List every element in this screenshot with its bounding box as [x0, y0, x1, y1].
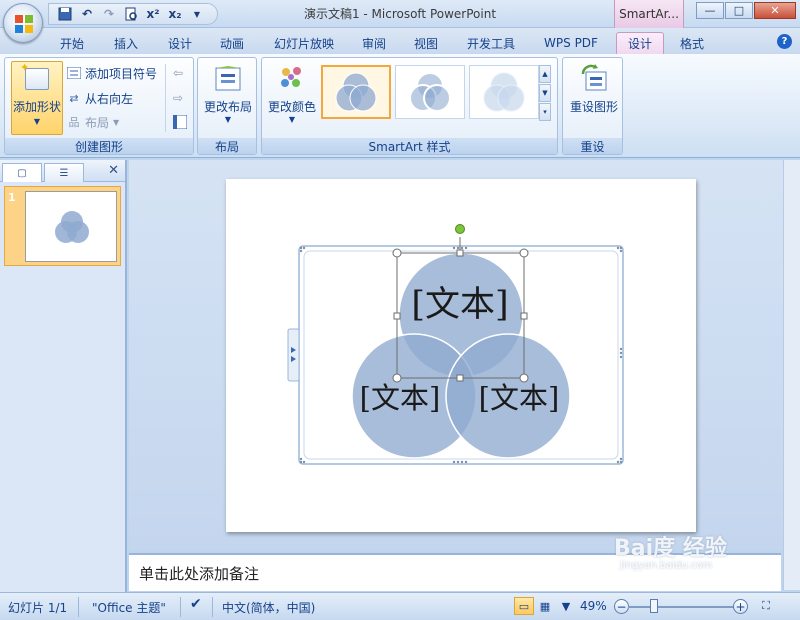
slides-tab-icon[interactable]: ▢ [2, 163, 42, 182]
tab-animation[interactable]: 动画 [210, 32, 254, 54]
help-icon[interactable]: ? [777, 34, 792, 49]
maximize-button[interactable]: □ [725, 2, 753, 19]
divider [78, 597, 79, 617]
pane-tabs: ▢ ☰ ✕ [0, 160, 125, 182]
add-bullet-button[interactable]: 添加项目符号 [67, 63, 157, 83]
color-palette-icon [281, 67, 301, 87]
ribbon: 添加形状 ▼ 添加项目符号 ⇄ 从右向左 品 布局 ▼ ⇦ ⇨ 创建图形 [0, 54, 800, 158]
right-to-left-button[interactable]: ⇄ 从右向左 [67, 88, 133, 108]
slide-sorter-view-icon[interactable]: ▦ [535, 597, 555, 615]
group-smartart-styles: 更改颜色 ▼ ▲ ▼ ▾ SmartArt 样式 [261, 57, 558, 155]
gallery-down-icon[interactable]: ▼ [539, 84, 551, 102]
close-button[interactable]: ✕ [754, 2, 796, 19]
group-label-reset: 重设 [563, 138, 622, 154]
rotate-handle [455, 224, 465, 234]
style-option-outlined[interactable] [395, 65, 465, 119]
reset-graphic-icon [581, 64, 607, 91]
watermark-logo: Bai度 经验 [614, 536, 727, 561]
zoom-slider-thumb[interactable] [650, 599, 658, 613]
title-bar: ↶ ↷ x² x₂ ▼ 演示文稿1 - Microsoft PowerPoint… [0, 0, 800, 43]
tab-design[interactable]: 设计 [158, 32, 202, 54]
office-button[interactable] [3, 3, 43, 43]
dropdown-arrow-icon: ▼ [224, 115, 232, 124]
divider [212, 597, 213, 617]
ribbon-tabs: 开始 插入 设计 动画 幻灯片放映 审阅 视图 开发工具 WPS PDF 设计 … [0, 28, 800, 54]
tab-insert[interactable]: 插入 [104, 32, 148, 54]
smartart-tools-title: SmartAr... [614, 0, 684, 28]
slide-thumbnail[interactable] [25, 191, 117, 262]
smartart-venn-diagram[interactable]: [文本] [文本] [文本] [226, 179, 696, 532]
zoom-in-icon[interactable]: + [733, 599, 748, 614]
close-pane-icon[interactable]: ✕ [108, 163, 119, 178]
org-chart-icon: 品 [68, 116, 80, 129]
tab-wps-pdf[interactable]: WPS PDF [535, 32, 607, 54]
venn-text-left: [文本] [360, 381, 441, 415]
group-label-create: 创建图形 [5, 138, 193, 154]
promote-icon[interactable]: ⇦ [173, 63, 183, 83]
demote-icon[interactable]: ⇨ [173, 88, 183, 108]
style-option-subtle[interactable] [469, 65, 539, 119]
tab-developer[interactable]: 开发工具 [458, 32, 524, 54]
watermark-url: jingyan.baidu.com [620, 560, 713, 571]
group-create-graphic: 添加形状 ▼ 添加项目符号 ⇄ 从右向左 品 布局 ▼ ⇦ ⇨ 创建图形 [4, 57, 194, 155]
minimize-button[interactable]: — [696, 2, 724, 19]
text-pane-icon[interactable] [173, 112, 187, 132]
outline-tab-icon[interactable]: ☰ [44, 163, 84, 182]
swap-arrows-icon: ⇄ [69, 91, 79, 105]
gallery-up-icon[interactable]: ▲ [539, 65, 551, 83]
bullet-list-icon [67, 66, 81, 80]
group-label-layout: 布局 [198, 138, 256, 154]
spell-check-icon[interactable]: ✔ [190, 596, 202, 612]
tab-home[interactable]: 开始 [50, 32, 94, 54]
style-option-flat[interactable] [321, 65, 391, 119]
dropdown-arrow-icon: ▼ [288, 115, 296, 124]
group-reset: 重设图形 重设 [562, 57, 623, 155]
vertical-scrollbar[interactable] [783, 160, 800, 590]
change-layout-icon [215, 66, 241, 91]
add-shape-button[interactable]: 添加形状 ▼ [11, 61, 63, 135]
slideshow-view-icon[interactable]: ▼ [556, 597, 576, 615]
theme-name: "Office 主题" [92, 601, 166, 615]
add-shape-icon [20, 61, 49, 90]
language-indicator[interactable]: 中文(简体，中国) [222, 599, 315, 616]
zoom-level[interactable]: 49% [580, 599, 607, 613]
group-label-styles: SmartArt 样式 [262, 138, 557, 154]
normal-view-icon[interactable]: ▭ [514, 597, 534, 615]
slide-thumbnail-selected[interactable]: 1 [4, 186, 121, 266]
slide-canvas[interactable]: [文本] [文本] [文本] [226, 179, 696, 532]
tab-format[interactable]: 格式 [670, 32, 714, 54]
venn-text-top: [文本] [411, 285, 508, 325]
style-gallery-scroller: ▲ ▼ ▾ [539, 65, 551, 121]
tab-smartart-design[interactable]: 设计 [616, 32, 664, 54]
status-bar: 幻灯片 1/1 "Office 主题" ✔ 中文(简体，中国) ▭ ▦ ▼ 49… [0, 592, 800, 620]
change-colors-button[interactable]: 更改颜色 ▼ [266, 64, 318, 124]
tab-slideshow[interactable]: 幻灯片放映 [262, 32, 346, 54]
slide-count: 幻灯片 1/1 [8, 601, 68, 615]
slide-number: 1 [8, 191, 16, 204]
dropdown-arrow-icon: ▼ [113, 117, 120, 127]
reset-graphic-button[interactable]: 重设图形 [566, 64, 622, 115]
group-layout: 更改布局 ▼ 布局 [197, 57, 257, 155]
slides-pane: ▢ ☰ ✕ 1 [0, 160, 127, 592]
divider [180, 597, 181, 617]
fit-to-window-icon[interactable]: ⛶ [756, 597, 776, 615]
dropdown-arrow-icon: ▼ [33, 117, 41, 126]
zoom-out-icon[interactable]: − [614, 599, 629, 614]
gallery-more-icon[interactable]: ▾ [539, 103, 551, 121]
office-logo-icon [15, 15, 33, 33]
divider [165, 64, 166, 132]
notes-placeholder: 单击此处添加备注 [139, 565, 260, 583]
layout-button[interactable]: 品 布局 ▼ [67, 112, 120, 132]
change-layout-button[interactable]: 更改布局 ▼ [202, 64, 254, 124]
zoom-slider-track[interactable] [628, 606, 738, 608]
tab-view[interactable]: 视图 [404, 32, 448, 54]
tab-review[interactable]: 审阅 [352, 32, 396, 54]
venn-text-right: [文本] [479, 381, 560, 415]
slide-editing-area: [文本] [文本] [文本] [129, 160, 783, 550]
